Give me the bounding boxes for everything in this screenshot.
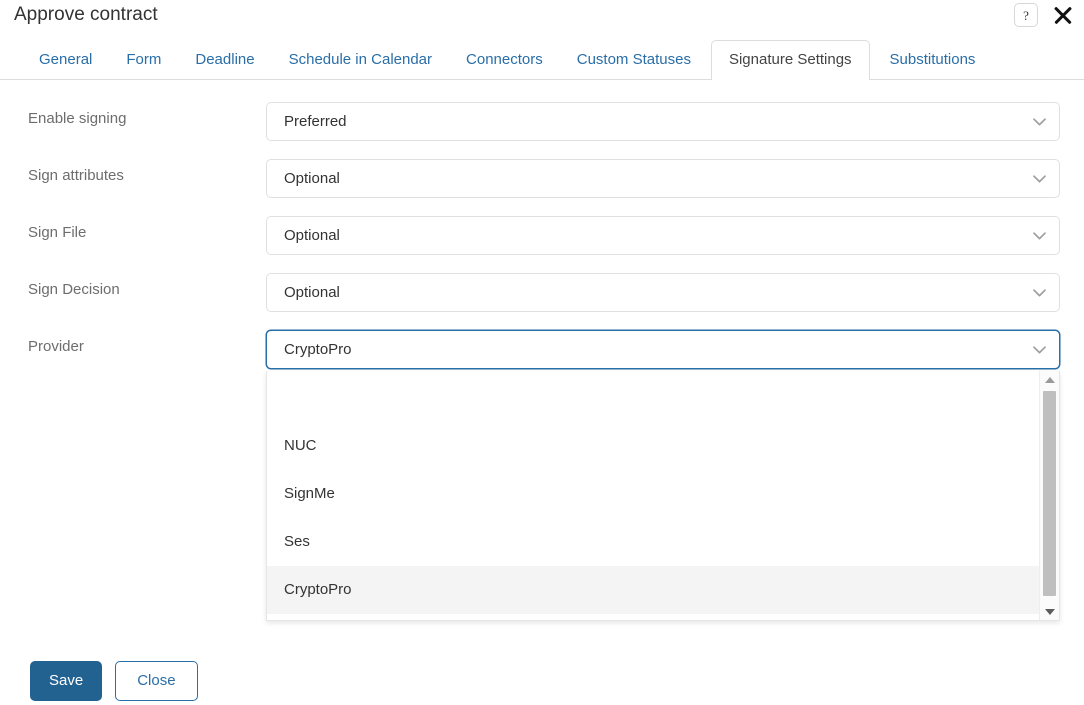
tab-deadline[interactable]: Deadline [181, 40, 268, 80]
dialog-footer: Save Close [30, 661, 198, 701]
scrollbar-thumb[interactable] [1043, 391, 1056, 596]
dropdown-option-signme[interactable]: SignMe [267, 470, 1041, 518]
tab-custom-statuses[interactable]: Custom Statuses [563, 40, 705, 80]
dropdown-scrollbar[interactable] [1039, 371, 1059, 620]
tab-schedule-in-calendar[interactable]: Schedule in Calendar [275, 40, 446, 80]
select-sign-decision-value: Optional [284, 283, 340, 301]
chevron-down-icon [1028, 282, 1050, 304]
close-button[interactable]: Close [115, 661, 198, 701]
select-sign-decision[interactable]: Optional [266, 273, 1060, 312]
select-provider-value: CryptoPro [284, 340, 352, 358]
label-sign-decision: Sign Decision [28, 281, 120, 298]
select-enable-signing-value: Preferred [284, 112, 347, 130]
page-title: Approve contract [14, 4, 158, 25]
label-enable-signing: Enable signing [28, 110, 127, 127]
signature-settings-dialog: Approve contract ? General Form Deadline… [0, 0, 1084, 705]
tab-form[interactable]: Form [112, 40, 175, 80]
close-icon[interactable] [1050, 2, 1076, 28]
field-row-sign-attributes: Sign attributes Optional [0, 153, 1084, 210]
dropdown-option-nuc[interactable]: NUC [267, 422, 1041, 470]
chevron-down-icon [1028, 225, 1050, 247]
select-provider[interactable]: CryptoPro [266, 330, 1060, 369]
field-row-sign-decision: Sign Decision Optional [0, 267, 1084, 324]
help-icon[interactable]: ? [1014, 3, 1038, 27]
dropdown-option-empty[interactable] [267, 371, 1041, 422]
label-provider: Provider [28, 338, 84, 355]
label-sign-file: Sign File [28, 224, 87, 241]
tab-connectors[interactable]: Connectors [452, 40, 557, 80]
caret-down-icon[interactable] [1040, 603, 1059, 620]
tab-bar: General Form Deadline Schedule in Calend… [0, 38, 1084, 80]
tab-substitutions[interactable]: Substitutions [876, 40, 990, 80]
select-sign-file[interactable]: Optional [266, 216, 1060, 255]
signature-settings-form: Enable signing Preferred Sign attributes… [0, 96, 1084, 381]
chevron-down-icon [1028, 111, 1050, 133]
chevron-down-icon [1028, 168, 1050, 190]
field-row-sign-file: Sign File Optional [0, 210, 1084, 267]
chevron-down-icon [1028, 339, 1050, 361]
header-icon-group: ? [1014, 2, 1076, 28]
select-sign-attributes[interactable]: Optional [266, 159, 1060, 198]
select-enable-signing[interactable]: Preferred [266, 102, 1060, 141]
field-row-enable-signing: Enable signing Preferred [0, 96, 1084, 153]
dropdown-option-ses[interactable]: Ses [267, 518, 1041, 566]
dropdown-options: NUC SignMe Ses CryptoPro [267, 371, 1041, 620]
select-sign-attributes-value: Optional [284, 169, 340, 187]
tab-general[interactable]: General [25, 40, 106, 80]
caret-up-icon[interactable] [1040, 371, 1059, 389]
label-sign-attributes: Sign attributes [28, 167, 124, 184]
select-sign-file-value: Optional [284, 226, 340, 244]
dropdown-option-cryptopro[interactable]: CryptoPro [267, 566, 1041, 614]
tab-signature-settings[interactable]: Signature Settings [710, 40, 870, 80]
save-button[interactable]: Save [30, 661, 103, 701]
provider-dropdown-list: NUC SignMe Ses CryptoPro [266, 371, 1060, 621]
